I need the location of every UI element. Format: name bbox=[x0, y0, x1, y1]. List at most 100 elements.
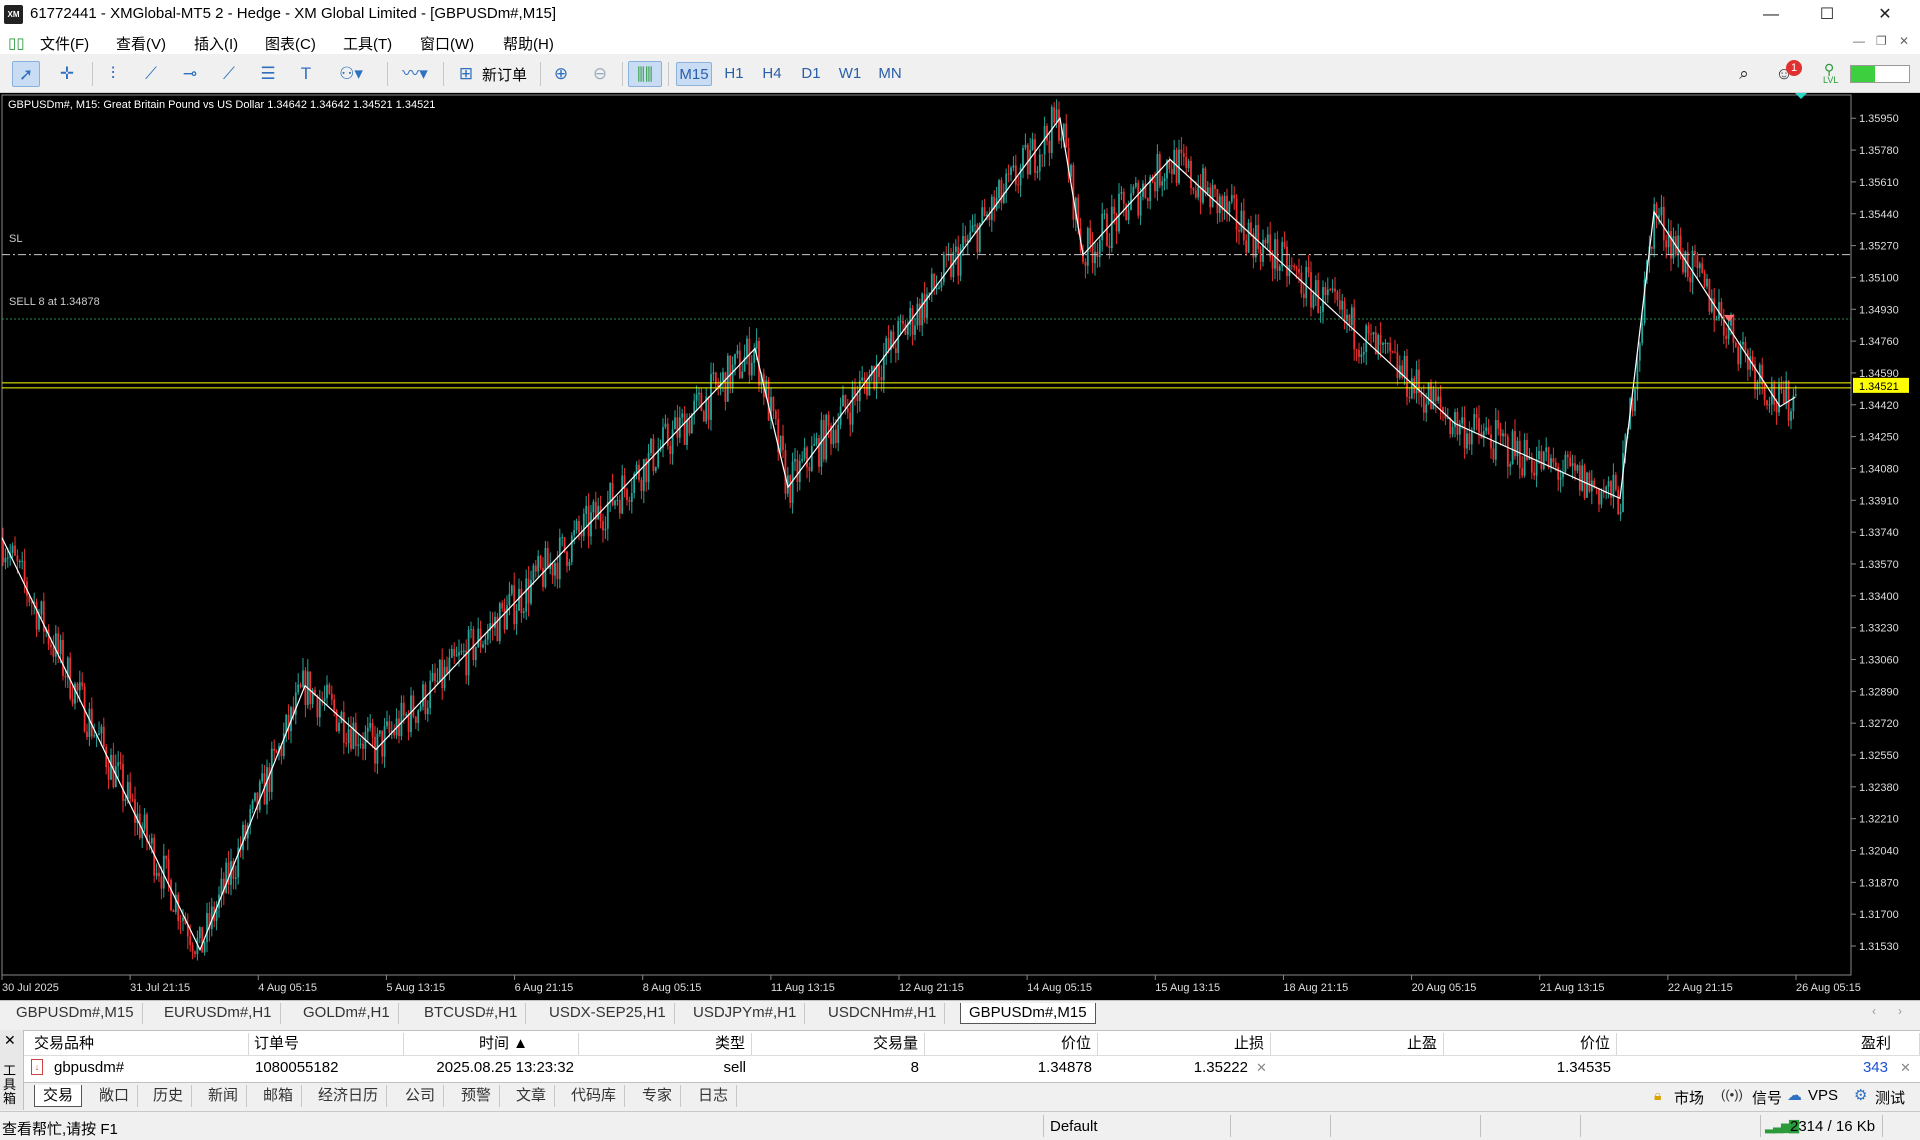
cursor-icon[interactable]: ➚ bbox=[12, 61, 40, 87]
timeframe-m15-button[interactable]: M15 bbox=[676, 62, 712, 86]
mdi-minimize-button[interactable]: — bbox=[1853, 34, 1865, 48]
candle-body bbox=[1187, 160, 1190, 169]
chart-type-icon[interactable]: ⫼⫼ bbox=[628, 61, 662, 87]
menu-view[interactable]: 查看(V) bbox=[116, 33, 166, 54]
vps-button[interactable]: VPS bbox=[1808, 1087, 1838, 1104]
mdi-close-button[interactable]: ✕ bbox=[1899, 34, 1909, 48]
mdi-restore-button[interactable]: ❐ bbox=[1876, 34, 1887, 48]
timeframe-d1-button[interactable]: D1 bbox=[794, 62, 828, 86]
market-button[interactable]: 市场 bbox=[1674, 1087, 1704, 1108]
position-volume[interactable]: 8 bbox=[752, 1057, 919, 1079]
menu-help[interactable]: 帮助(H) bbox=[503, 33, 554, 54]
tester-button[interactable]: 测试 bbox=[1875, 1087, 1905, 1108]
new-order-icon[interactable]: ⊞ bbox=[452, 61, 480, 87]
tab-journal[interactable]: 日志 bbox=[690, 1085, 738, 1107]
tab-mailbox[interactable]: 邮箱 bbox=[255, 1085, 303, 1107]
crosshair-icon[interactable]: ✛ bbox=[53, 61, 81, 87]
menu-file[interactable]: 文件(F) bbox=[40, 33, 89, 54]
col-header-sl[interactable]: 止损 bbox=[1098, 1033, 1271, 1055]
candle-body bbox=[1235, 198, 1238, 230]
chart-tab[interactable]: USDJPYm#,H1 bbox=[685, 1003, 806, 1024]
new-order-button[interactable]: 新订单 bbox=[482, 64, 527, 85]
chart-tab[interactable]: EURUSDm#,H1 bbox=[156, 1003, 281, 1024]
maximize-button[interactable]: ☐ bbox=[1804, 0, 1850, 30]
chart-tab-active[interactable]: GBPUSDm#,M15 bbox=[960, 1003, 1096, 1024]
col-header-profit[interactable]: 盈利 bbox=[1617, 1033, 1920, 1055]
search-icon[interactable]: ⌕ bbox=[1730, 61, 1758, 87]
menu-insert[interactable]: 插入(I) bbox=[194, 33, 238, 54]
tab-code-base[interactable]: 代码库 bbox=[563, 1085, 626, 1107]
position-profit[interactable]: 343 bbox=[1617, 1057, 1888, 1079]
tab-history[interactable]: 历史 bbox=[145, 1085, 193, 1107]
zoom-in-icon[interactable]: ⊕ bbox=[547, 61, 575, 87]
toolbox-close-icon[interactable]: ✕ bbox=[4, 1032, 16, 1049]
tab-calendar[interactable]: 经济日历 bbox=[310, 1085, 388, 1107]
tab-company[interactable]: 公司 bbox=[397, 1085, 445, 1107]
position-open-price[interactable]: 1.34878 bbox=[925, 1057, 1092, 1079]
menu-charts[interactable]: 图表(C) bbox=[265, 33, 316, 54]
market-watch-icon[interactable]: ▯▯ bbox=[8, 34, 25, 52]
text-tool-icon[interactable]: T bbox=[292, 61, 320, 87]
timeframe-h4-button[interactable]: H4 bbox=[755, 62, 789, 86]
close-position-icon[interactable]: ✕ bbox=[1900, 1057, 1911, 1079]
candle-body bbox=[342, 712, 345, 743]
vertical-line-icon[interactable]: ⫶ bbox=[99, 61, 127, 87]
tabs-scroll-left-icon[interactable]: ‹ bbox=[1872, 1004, 1876, 1018]
chart-tab[interactable]: GBPUSDm#,M15 bbox=[8, 1003, 143, 1024]
position-order[interactable]: 1080055182 bbox=[255, 1057, 338, 1079]
candle-body bbox=[201, 927, 204, 953]
col-header-tp[interactable]: 止盈 bbox=[1271, 1033, 1444, 1055]
menu-tools[interactable]: 工具(T) bbox=[343, 33, 392, 54]
indicators-icon[interactable]: 〰▾ bbox=[394, 61, 436, 87]
position-symbol[interactable]: gbpusdm# bbox=[54, 1057, 124, 1079]
chart-tab[interactable]: USDCNHm#,H1 bbox=[820, 1003, 946, 1024]
chart-tab[interactable]: BTCUSD#,H1 bbox=[416, 1003, 527, 1024]
channel-icon[interactable]: ⟋ bbox=[215, 61, 243, 87]
position-sl[interactable]: 1.35222 bbox=[1098, 1057, 1248, 1079]
signals-button[interactable]: 信号 bbox=[1752, 1087, 1782, 1108]
col-header-type[interactable]: 类型 bbox=[579, 1033, 752, 1055]
candle-body bbox=[546, 547, 549, 569]
tab-experts[interactable]: 专家 bbox=[634, 1085, 682, 1107]
col-header-price[interactable]: 价位 bbox=[1444, 1033, 1617, 1055]
tab-trade[interactable]: 交易 bbox=[34, 1085, 83, 1107]
tab-exposure[interactable]: 敞口 bbox=[91, 1085, 139, 1107]
position-current-price[interactable]: 1.34535 bbox=[1444, 1057, 1611, 1079]
timeframe-h1-button[interactable]: H1 bbox=[717, 62, 751, 86]
chart-window[interactable]: 1.34521 1.35950 1.35780 1.35610 1.35440 1.35… bbox=[0, 93, 1920, 1000]
candle-body bbox=[837, 424, 840, 443]
candle-body bbox=[1607, 481, 1610, 487]
y-tick-label: 1.33570 bbox=[1859, 559, 1899, 571]
remove-sl-icon[interactable]: ✕ bbox=[1256, 1057, 1267, 1079]
position-time[interactable]: 2025.08.25 13:23:32 bbox=[404, 1057, 574, 1079]
candle-body bbox=[568, 561, 571, 566]
tab-articles[interactable]: 文章 bbox=[508, 1085, 556, 1107]
horizontal-line-icon[interactable]: ⊸ bbox=[176, 61, 204, 87]
col-header-symbol[interactable]: 交易品种 bbox=[24, 1033, 249, 1055]
toolbar-separator bbox=[387, 62, 388, 86]
close-button[interactable]: ✕ bbox=[1862, 0, 1908, 30]
price-chart[interactable]: 1.34521 1.359501.357801.356101.354401.35… bbox=[0, 93, 1920, 1000]
timeframe-w1-button[interactable]: W1 bbox=[833, 62, 867, 86]
tabs-scroll-right-icon[interactable]: › bbox=[1898, 1004, 1902, 1018]
trend-line-icon[interactable]: ⟋ bbox=[137, 61, 165, 87]
timeframe-mn-button[interactable]: MN bbox=[872, 62, 908, 86]
minimize-button[interactable]: — bbox=[1748, 0, 1794, 30]
position-type[interactable]: sell bbox=[579, 1057, 746, 1079]
position-tp[interactable] bbox=[1271, 1057, 1438, 1079]
plot-frame bbox=[1, 94, 1852, 976]
candle-body bbox=[530, 580, 532, 604]
col-header-order[interactable]: 订单号 bbox=[249, 1033, 404, 1055]
chart-tab[interactable]: GOLDm#,H1 bbox=[295, 1003, 399, 1024]
shapes-icon[interactable]: ⚇▾ bbox=[331, 61, 371, 87]
zoom-out-icon[interactable]: ⊖ bbox=[586, 61, 614, 87]
col-header-time[interactable]: 时间 ▲ bbox=[404, 1033, 579, 1055]
fibonacci-icon[interactable]: ☰ bbox=[254, 61, 282, 87]
tab-alerts[interactable]: 预警 bbox=[453, 1085, 501, 1107]
tab-news[interactable]: 新闻 bbox=[200, 1085, 248, 1107]
status-profile[interactable]: Default bbox=[1050, 1118, 1098, 1135]
col-header-volume[interactable]: 交易量 bbox=[752, 1033, 925, 1055]
menu-window[interactable]: 窗口(W) bbox=[420, 33, 474, 54]
col-header-open-price[interactable]: 价位 bbox=[925, 1033, 1098, 1055]
chart-tab[interactable]: USDX-SEP25,H1 bbox=[541, 1003, 675, 1024]
